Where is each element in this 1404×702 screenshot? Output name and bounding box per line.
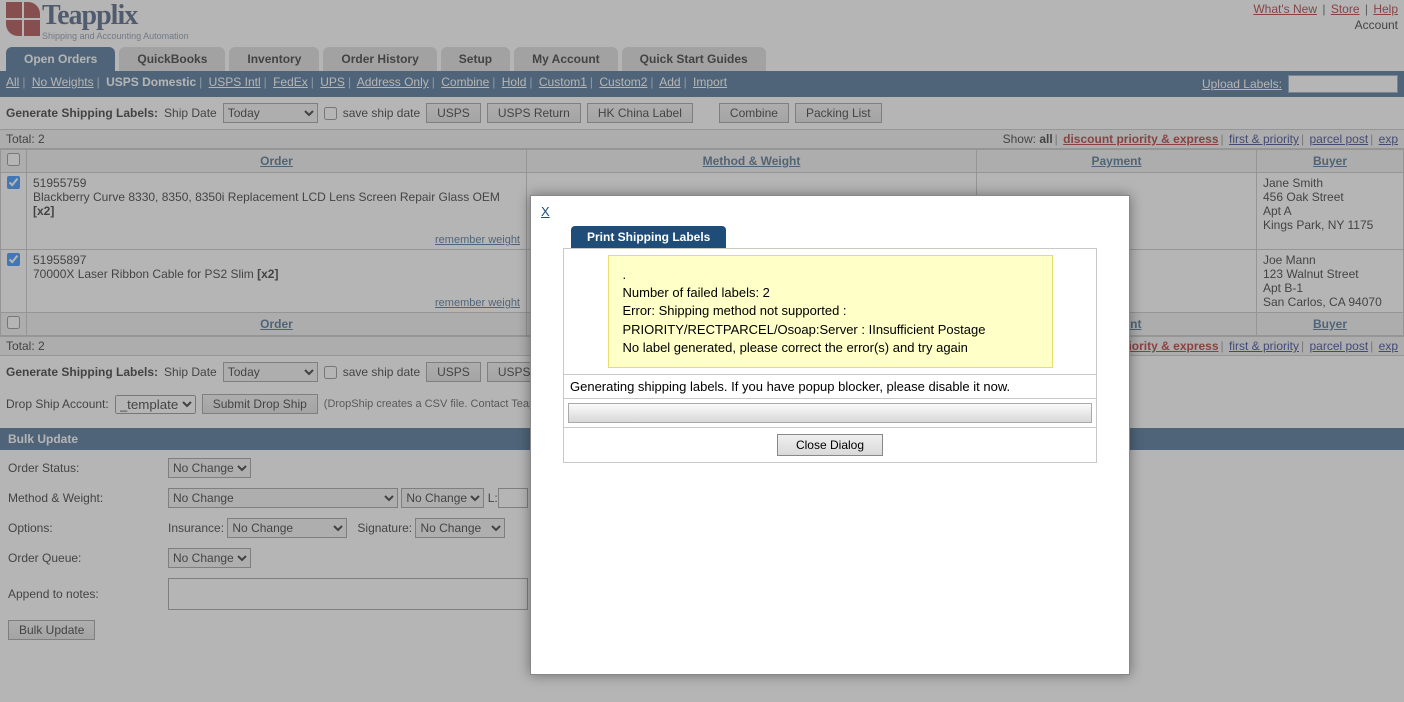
dialog-title: Print Shipping Labels bbox=[571, 226, 726, 248]
error-message-box: . Number of failed labels: 2 Error: Ship… bbox=[608, 255, 1053, 368]
print-labels-dialog: X Print Shipping Labels . Number of fail… bbox=[530, 195, 1130, 675]
close-x-icon[interactable]: X bbox=[541, 204, 550, 219]
progress-bar bbox=[568, 403, 1092, 423]
generating-text: Generating shipping labels. If you have … bbox=[564, 374, 1096, 398]
close-dialog-button[interactable]: Close Dialog bbox=[777, 434, 883, 456]
